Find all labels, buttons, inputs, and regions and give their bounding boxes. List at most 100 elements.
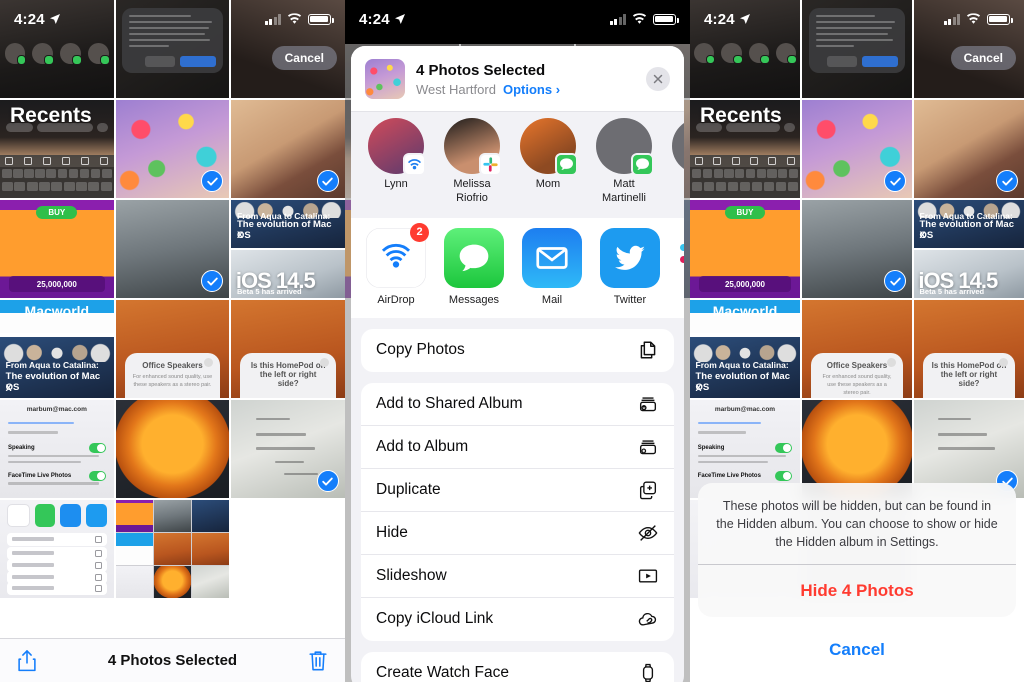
photo-thumbnail-pair[interactable]: Macworld From Aqua to Catalina: The evol…: [690, 300, 800, 398]
photo-thumbnail[interactable]: marbum@mac.com Speaking FaceTime Live Ph…: [0, 400, 114, 498]
photo-thumbnail[interactable]: BUY 25,000,000: [0, 200, 114, 298]
app-airdrop[interactable]: 2 AirDrop: [365, 222, 429, 306]
dark-dialog-thumb: [122, 7, 223, 73]
options-button[interactable]: Options ›: [503, 82, 560, 97]
markup-toolbar: [690, 154, 800, 167]
contact-item[interactable]: Matt Martinelli: [593, 118, 655, 206]
mail-icon: [522, 227, 582, 288]
contact-item[interactable]: Melissa Riofrio: [441, 118, 503, 206]
photo-thumbnail[interactable]: Recents: [0, 100, 114, 198]
photo-thumbnail[interactable]: Is this HomePod on the left or right sid…: [914, 300, 1024, 398]
app-label: Mail: [541, 293, 563, 306]
photo-thumbnail[interactable]: [802, 0, 912, 98]
cancel-hide-button[interactable]: Cancel: [698, 624, 1016, 676]
action-duplicate[interactable]: Duplicate: [361, 469, 674, 512]
macworld-label: Macworld: [712, 302, 778, 319]
photo-thumbnail-empty: [231, 500, 345, 598]
photo-thumbnail[interactable]: BUY 25,000,000: [690, 200, 800, 298]
trash-icon[interactable]: [307, 649, 329, 673]
speakers-sub: For enhanced sound quality, use these sp…: [822, 373, 892, 397]
app-messages[interactable]: Messages: [443, 227, 505, 306]
photo-thumbnail[interactable]: [802, 200, 912, 298]
keyboard-thumb: [690, 166, 800, 198]
selected-check-icon: [884, 170, 906, 192]
status-bar-backdrop: [345, 0, 690, 44]
macos-article-thumb: From Aqua to Catalina: The evolution of …: [914, 200, 1024, 249]
hide-photos-button[interactable]: Hide 4 Photos: [698, 565, 1016, 617]
cancel-button[interactable]: Cancel: [271, 46, 337, 70]
slot-win-label: 25,000,000: [9, 276, 105, 293]
macos-article-thumb: From Aqua to Catalina: The evolution of …: [0, 337, 114, 398]
photo-thumbnail-pair[interactable]: From Aqua to Catalina: The evolution of …: [914, 200, 1024, 298]
share-icon[interactable]: [16, 649, 38, 673]
action-label: Copy Photos: [376, 341, 465, 358]
photo-thumbnail[interactable]: [115, 200, 230, 298]
photo-thumbnail[interactable]: Recents: [690, 100, 800, 198]
photo-thumbnail[interactable]: [231, 400, 345, 498]
bottom-toolbar-left: 4 Photos Selected: [0, 638, 345, 682]
avatar: [368, 118, 426, 176]
duplicate-icon: [639, 481, 657, 499]
contact-item[interactable]: Lynn: [365, 118, 427, 206]
app-mail[interactable]: Mail: [521, 227, 583, 306]
photo-thumbnail[interactable]: [231, 100, 345, 198]
toggle-speaking[interactable]: [775, 443, 793, 454]
photo-thumbnail[interactable]: [0, 0, 114, 98]
photo-thumbnail[interactable]: [115, 400, 230, 498]
avatar: [520, 118, 578, 176]
app-label: Twitter: [613, 293, 647, 306]
photo-thumbnail[interactable]: [115, 500, 230, 598]
photo-thumbnail[interactable]: [690, 0, 800, 98]
macworld-thumb: Macworld: [0, 300, 114, 334]
photo-thumbnail[interactable]: Office Speakers For enhanced sound quali…: [115, 300, 230, 398]
messages-icon: [444, 227, 504, 288]
contact-item-partial[interactable]: [669, 118, 684, 206]
left-phone-panel: Recents BUY 25,000,000 From Aqua to Cata…: [0, 0, 345, 682]
toggle-livephotos[interactable]: [775, 470, 793, 481]
photo-thumbnail[interactable]: [115, 0, 230, 98]
macos-x: X: [237, 229, 244, 240]
avatar: [444, 118, 502, 176]
close-button[interactable]: [646, 67, 670, 91]
contact-item[interactable]: Mom: [517, 118, 579, 206]
homepod-card: Is this HomePod on the left or right sid…: [922, 352, 1016, 398]
photo-grid-left: Recents BUY 25,000,000 From Aqua to Cata…: [0, 0, 345, 682]
selected-check-icon: [201, 270, 224, 292]
selected-check-icon: [201, 170, 224, 192]
settings-email: marbum@mac.com: [26, 405, 87, 413]
icloud-link-icon: [638, 612, 657, 626]
settings-row2: FaceTime Live Photos: [697, 472, 761, 479]
toggle-livephotos[interactable]: [88, 470, 106, 481]
photo-thumbnail[interactable]: Is this HomePod on the left or right sid…: [231, 300, 345, 398]
action-label: Create Watch Face: [376, 663, 509, 681]
toggle-speaking[interactable]: [88, 443, 106, 454]
avatar: [672, 118, 684, 174]
share-sheet-title: 4 Photos Selected: [416, 61, 546, 79]
photo-thumbnail[interactable]: [802, 100, 912, 198]
action-copy-icloud-link[interactable]: Copy iCloud Link: [361, 598, 674, 641]
action-copy-photos[interactable]: Copy Photos: [361, 329, 674, 372]
copy-icon: [640, 341, 656, 359]
settings-row1: Speaking: [7, 445, 35, 452]
share-sheet-header-texts: 4 Photos Selected West Hartford Options …: [416, 62, 635, 97]
messages-icon: [555, 153, 578, 176]
action-slideshow[interactable]: Slideshow: [361, 555, 674, 598]
app-more-partial[interactable]: [677, 227, 684, 306]
macos-line2: The evolution of Mac OS: [5, 370, 101, 393]
cancel-button[interactable]: Cancel: [950, 46, 1016, 70]
keyboard-thumb: [0, 166, 114, 198]
photo-thumbnail-pair[interactable]: From Aqua to Catalina: The evolution of …: [231, 200, 345, 298]
photo-thumbnail[interactable]: Office Speakers For enhanced sound quali…: [802, 300, 912, 398]
action-add-album[interactable]: Add to Album: [361, 426, 674, 469]
action-label: Add to Shared Album: [376, 394, 523, 412]
action-add-shared-album[interactable]: Add to Shared Album: [361, 383, 674, 426]
photo-thumbnail-pair[interactable]: Macworld From Aqua to Catalina: The evol…: [0, 300, 114, 398]
action-hide[interactable]: Hide: [361, 512, 674, 555]
photo-thumbnail[interactable]: [914, 100, 1024, 198]
photo-thumbnail[interactable]: [0, 500, 114, 598]
macos-line2: The evolution of Mac OS: [237, 219, 332, 242]
app-twitter[interactable]: Twitter: [599, 227, 661, 306]
action-create-watch-face[interactable]: Create Watch Face: [361, 652, 674, 682]
action-group-1: Copy Photos: [361, 328, 674, 372]
photo-thumbnail[interactable]: [115, 100, 230, 198]
